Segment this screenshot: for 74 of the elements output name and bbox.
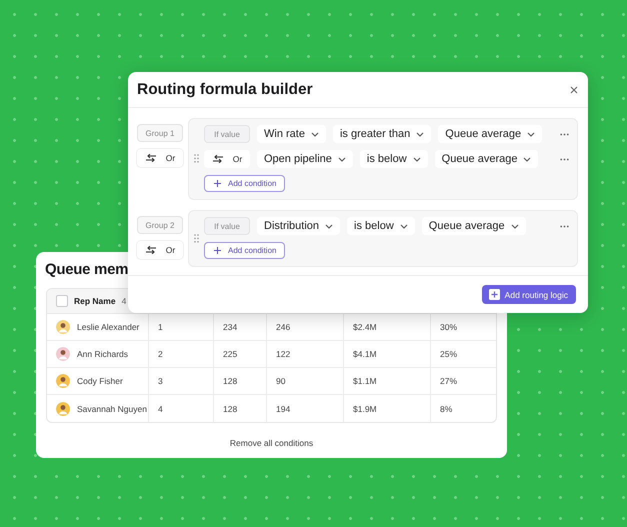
table-cell: 30% [431, 314, 496, 341]
table-cell: 25% [431, 341, 496, 368]
plus-icon [214, 180, 221, 187]
add-routing-logic-button[interactable]: Add routing logic [482, 285, 576, 304]
table-cell: 4 [149, 395, 214, 422]
dialog-title: Routing formula builder [137, 80, 313, 98]
table-cell: 128 [214, 395, 267, 422]
chevron-icon [400, 224, 408, 228]
chevron-icon [338, 156, 346, 162]
more-icon[interactable] [560, 158, 569, 160]
drag-handle-icon[interactable] [194, 154, 199, 163]
table-cell: $4.1M [344, 341, 431, 368]
table-cell-text: 8% [439, 402, 454, 416]
plus-icon [488, 289, 500, 300]
field-dropdown[interactable]: Win rate [257, 125, 326, 143]
table-cell: 234 [214, 314, 267, 341]
table-cell: 194 [267, 395, 344, 422]
chevron-icon [412, 156, 421, 162]
card-title: Queue mem [45, 260, 128, 280]
table-cell: $1.1M [344, 368, 431, 395]
value-dropdown[interactable]: Queue average [422, 217, 526, 235]
avatar-icon [56, 347, 70, 361]
select-all-checkbox[interactable] [56, 295, 68, 307]
if-value-label: If value [204, 125, 250, 143]
chevron-icon [310, 132, 319, 136]
add-condition-button[interactable]: Add condition [204, 175, 286, 192]
value-dropdown[interactable]: Queue average [438, 125, 542, 143]
rep-name: Ann Richards [77, 349, 128, 359]
connector-toggle[interactable]: Or [137, 241, 183, 259]
operator-dropdown[interactable]: is greater than [332, 125, 432, 143]
operator-dropdown[interactable]: is below [347, 217, 415, 235]
more-icon[interactable] [560, 132, 569, 136]
table-cell: 2 [149, 341, 214, 368]
rep-name: Leslie Alexander [77, 322, 140, 332]
rep-name: Cody Fisher [77, 376, 123, 386]
table-cell: 225 [214, 341, 267, 368]
rep-name: Savannah Nguyen [77, 404, 147, 414]
column-header: Rep Name [74, 296, 116, 306]
field-dropdown[interactable]: Distribution [257, 217, 340, 235]
table-cell: 27% [431, 368, 496, 395]
chevron-icon [527, 132, 536, 136]
avatar-icon [56, 320, 70, 334]
drag-handle-icon[interactable] [194, 234, 199, 242]
remove-all-link[interactable]: Remove all conditions [230, 438, 314, 448]
if-value-label: If value [204, 217, 250, 235]
table-cell: 90 [267, 368, 344, 395]
connector-toggle[interactable]: Or [204, 150, 250, 168]
field-dropdown[interactable]: Open pipeline [257, 150, 353, 168]
chevron-icon [325, 224, 334, 228]
chevron-icon [416, 132, 424, 136]
table-cell: 3 [149, 368, 214, 395]
table-cell: 1 [149, 314, 214, 341]
table-cell: 246 [267, 314, 344, 341]
table-cell: 122 [267, 341, 344, 368]
avatar-icon [56, 402, 70, 416]
operator-dropdown[interactable]: is below [360, 150, 428, 168]
swap-icon [144, 246, 157, 254]
count-label: 4 [122, 296, 126, 306]
value-dropdown[interactable]: Queue average [434, 150, 538, 168]
table-cell: $2.4M [344, 314, 431, 341]
swap-icon [212, 155, 224, 163]
chevron-icon [510, 224, 519, 228]
more-icon[interactable] [560, 224, 569, 228]
table-cell: 128 [214, 368, 267, 395]
avatar-icon [56, 374, 70, 388]
table-cell: $1.9M [344, 395, 431, 422]
plus-icon [214, 247, 221, 254]
group-label: Group 1 [137, 124, 183, 142]
chevron-icon [523, 156, 532, 162]
close-icon[interactable] [570, 86, 578, 94]
swap-icon [144, 154, 157, 162]
connector-toggle[interactable]: Or [137, 149, 183, 167]
add-condition-button[interactable]: Add condition [204, 242, 286, 259]
group-label: Group 2 [137, 216, 183, 234]
